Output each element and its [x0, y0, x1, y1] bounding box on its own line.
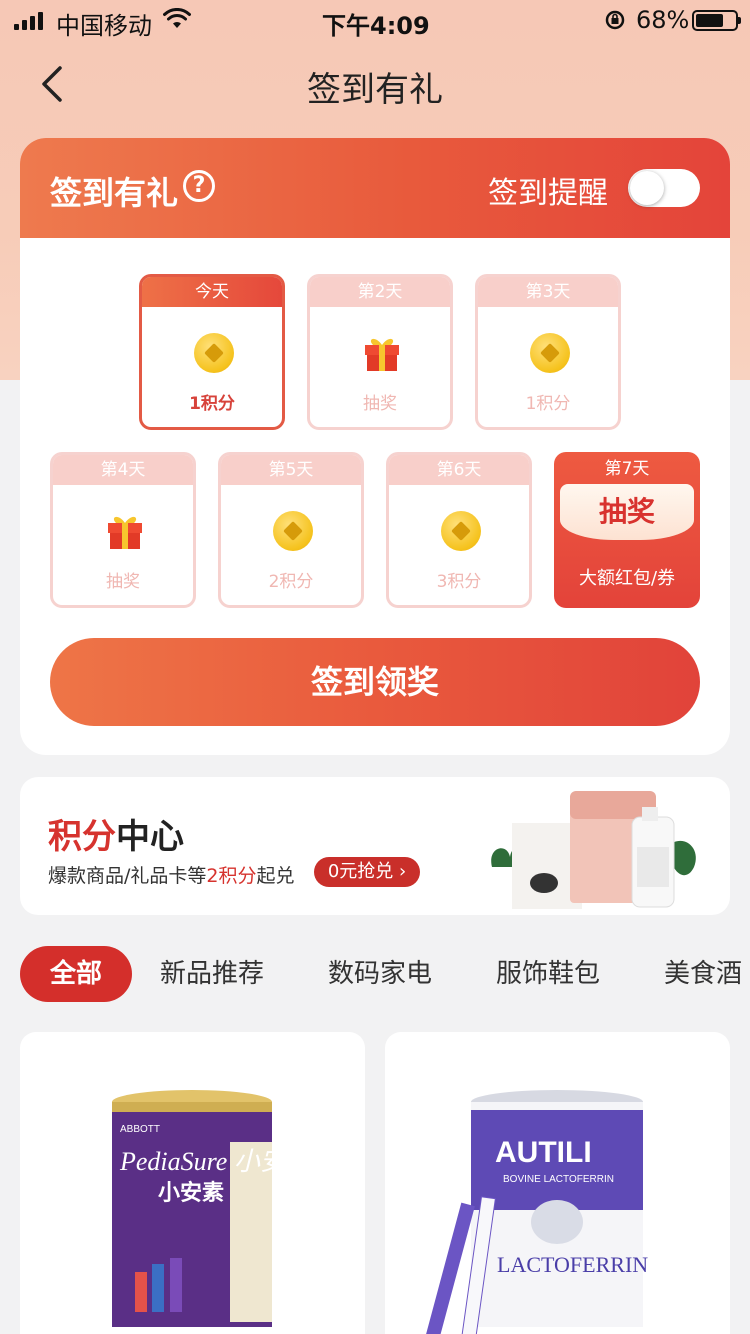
product-subtitle-text: BOVINE LACTOFERRIN [503, 1174, 614, 1185]
day-label: 第3天 [478, 277, 618, 307]
points-center-illustration [491, 791, 696, 909]
product-card-2[interactable]: AUTILI BOVINE LACTOFERRIN LACTOFERRIN [385, 1032, 730, 1334]
coin-icon [194, 333, 234, 373]
day-label: 第5天 [221, 455, 361, 485]
points-center-title-red: 积分 [48, 817, 116, 857]
help-icon[interactable]: ? [183, 170, 215, 202]
battery-icon [692, 10, 741, 31]
coin-icon [441, 511, 481, 551]
pediasure-product-image: PediaSure 小安素 小安素 ABBOTT [112, 1090, 315, 1327]
day-label: 今天 [142, 277, 282, 307]
reminder-label: 签到提醒 [488, 176, 608, 211]
exchange-label: 0元抢兑 [327, 861, 394, 882]
day-card-5[interactable]: 第5天 2积分 [218, 452, 364, 608]
product-brand-text: PediaSure 小安素 [119, 1147, 315, 1176]
tab-all[interactable]: 全部 [20, 946, 132, 1002]
reminder-toggle[interactable] [628, 169, 700, 207]
day-reward: 3积分 [436, 572, 482, 592]
clock: 下午4:09 [322, 12, 430, 40]
points-center-title: 积分中心 [48, 809, 184, 858]
gift-icon [365, 338, 399, 371]
day-label: 第6天 [389, 455, 529, 485]
day-card-4[interactable]: 第4天 抽奖 [50, 452, 196, 608]
tab-food-wine[interactable]: 美食酒 [664, 946, 742, 1002]
points-center-card[interactable]: 积分中心 爆款商品/礼品卡等2积分起兑 0元抢兑 › [20, 777, 730, 915]
product-brand-text: AUTILI [495, 1136, 592, 1169]
sign-in-card: 签到有礼 ? 签到提醒 今天 1积分 第2天 抽奖 第3天 1积分 第4天 抽奖… [20, 138, 730, 755]
wifi-icon [163, 8, 191, 28]
sign-in-claim-button[interactable]: 签到领奖 [50, 638, 700, 726]
day-reward: 2积分 [268, 572, 314, 592]
tab-fashion[interactable]: 服饰鞋包 [496, 946, 600, 1002]
tab-digital-appliances[interactable]: 数码家电 [328, 946, 432, 1002]
day-card-1[interactable]: 今天 1积分 [139, 274, 285, 430]
carrier-name: 中国移动 [56, 12, 152, 40]
desc-suffix: 起兑 [256, 865, 295, 887]
rotation-lock-icon [605, 10, 625, 30]
product-name-text: LACTOFERRIN [497, 1252, 648, 1277]
page-title: 签到有礼 [307, 70, 443, 110]
day-card-3[interactable]: 第3天 1积分 [475, 274, 621, 430]
day-card-2[interactable]: 第2天 抽奖 [307, 274, 453, 430]
coin-icon [273, 511, 313, 551]
exchange-button[interactable]: 0元抢兑 › [314, 857, 420, 887]
gift-icon [108, 516, 142, 549]
lottery-badge: 抽奖 [560, 484, 694, 540]
points-center-title-black: 中心 [116, 817, 184, 857]
day-reward: 1积分 [189, 394, 235, 414]
battery-percent: 68% [636, 6, 690, 34]
product-card-1[interactable]: PediaSure 小安素 小安素 ABBOTT [20, 1032, 365, 1334]
points-center-desc: 爆款商品/礼品卡等2积分起兑 [48, 861, 295, 888]
coin-icon [530, 333, 570, 373]
category-tabs: 全部 新品推荐 数码家电 服饰鞋包 美食酒 [20, 946, 750, 1002]
product-sub-text: 小安素 [158, 1180, 224, 1206]
status-bar: 中国移动 下午4:09 68% [0, 0, 750, 40]
sign-in-header: 签到有礼 ? 签到提醒 [20, 138, 730, 238]
desc-points: 2积分 [206, 865, 257, 887]
product-maker-text: ABBOTT [120, 1124, 160, 1135]
sign-in-title: 签到有礼 [50, 174, 179, 212]
autili-product-image: AUTILI BOVINE LACTOFERRIN LACTOFERRIN [425, 1090, 648, 1334]
day-card-7[interactable]: 第7天 抽奖 大额红包/券 [554, 452, 700, 608]
day-label: 第4天 [53, 455, 193, 485]
desc-prefix: 爆款商品/礼品卡等 [48, 865, 207, 887]
day-card-6[interactable]: 第6天 3积分 [386, 452, 532, 608]
day-reward: 抽奖 [106, 572, 140, 592]
day-label: 第7天 [604, 459, 650, 479]
day-reward: 抽奖 [363, 394, 397, 414]
tab-new-arrivals[interactable]: 新品推荐 [160, 946, 264, 1002]
day-reward: 大额红包/券 [578, 568, 676, 589]
day-label: 第2天 [310, 277, 450, 307]
day-reward: 1积分 [525, 394, 571, 414]
signal-icon [14, 10, 43, 30]
